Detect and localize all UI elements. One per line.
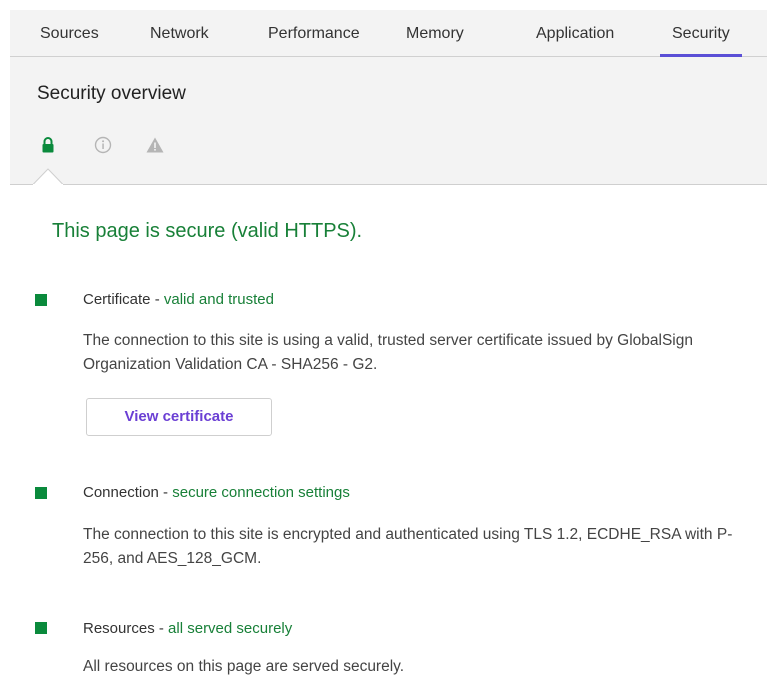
tab-security[interactable]: Security <box>660 10 742 57</box>
warning-icon[interactable] <box>145 135 165 155</box>
security-main-content: This page is secure (valid HTTPS). Certi… <box>10 185 767 681</box>
tab-performance[interactable]: Performance <box>256 10 372 56</box>
resources-summary: all served securely <box>168 620 293 637</box>
connection-summary: secure connection settings <box>172 484 350 501</box>
certificate-description: The connection to this site is using a v… <box>83 332 693 373</box>
devtools-tab-bar: Sources Network Performance Memory Appli… <box>10 10 767 57</box>
green-square-icon <box>35 487 47 499</box>
connection-title: Connection - secure connection settings <box>83 484 350 501</box>
connection-separator: - <box>158 484 173 501</box>
selection-caret <box>33 168 63 185</box>
lock-icon[interactable] <box>38 135 58 155</box>
certificate-title: Certificate - valid and trusted <box>83 291 274 308</box>
tab-memory[interactable]: Memory <box>394 10 476 56</box>
tab-network[interactable]: Network <box>138 10 221 56</box>
info-icon[interactable] <box>93 135 113 155</box>
resources-label: Resources <box>83 620 155 637</box>
view-certificate-button[interactable]: View certificate <box>86 398 272 436</box>
tab-sources[interactable]: Sources <box>28 10 111 56</box>
resources-description: All resources on this page are served se… <box>83 658 405 675</box>
certificate-separator: - <box>150 291 164 308</box>
resources-separator: - <box>154 620 169 637</box>
tab-application[interactable]: Application <box>524 10 626 56</box>
connection-description: The connection to this site is encrypted… <box>83 526 733 567</box>
resources-title: Resources - all served securely <box>83 620 292 637</box>
security-status-title: This page is secure (valid HTTPS). <box>52 220 363 242</box>
page-title: Security overview <box>37 83 186 104</box>
security-overview-header: Security overview <box>10 57 767 185</box>
connection-label: Connection <box>83 484 159 501</box>
green-square-icon <box>35 294 47 306</box>
certificate-summary: valid and trusted <box>163 291 274 308</box>
security-panel: Sources Network Performance Memory Appli… <box>0 0 767 681</box>
certificate-label: Certificate <box>83 291 151 308</box>
green-square-icon <box>35 622 47 634</box>
